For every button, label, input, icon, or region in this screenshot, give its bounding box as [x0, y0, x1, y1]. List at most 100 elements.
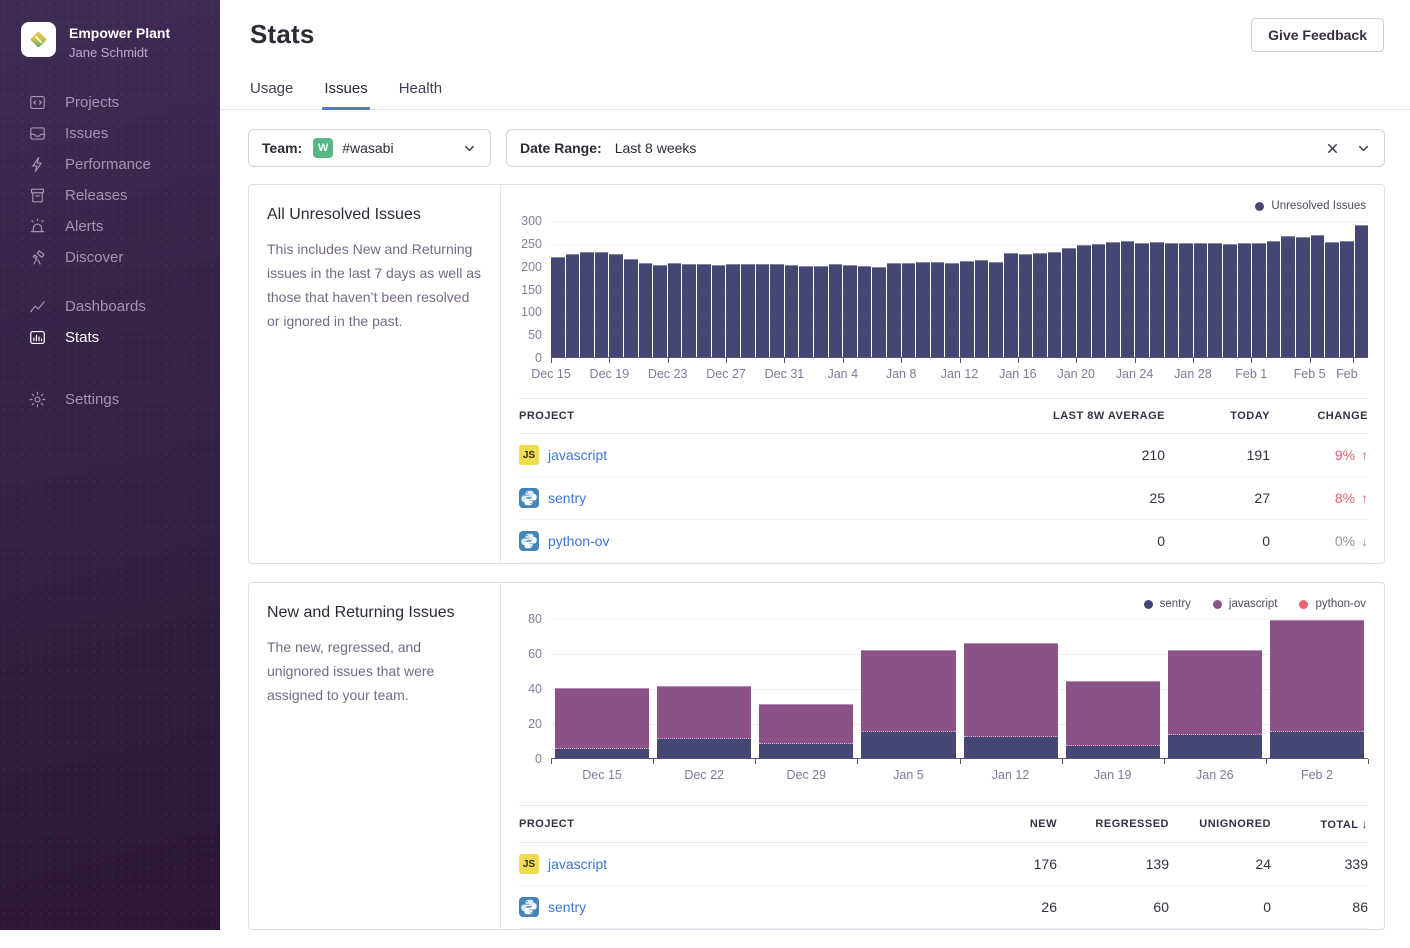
unresolved-bar[interactable] — [639, 263, 653, 357]
sidebar-item-settings[interactable]: Settings — [0, 384, 220, 415]
unresolved-bar[interactable] — [566, 254, 580, 357]
unresolved-bar[interactable] — [1179, 243, 1193, 357]
project-link[interactable]: python-ov — [548, 533, 609, 549]
unresolved-bar[interactable] — [1019, 254, 1033, 357]
x-tick-label: Jan 12 — [992, 768, 1030, 782]
unresolved-bar[interactable] — [697, 264, 711, 357]
unresolved-bar[interactable] — [989, 262, 1003, 357]
unresolved-bar[interactable] — [1150, 242, 1164, 357]
unresolved-bar[interactable] — [1325, 242, 1339, 357]
stacked-bar[interactable] — [1270, 620, 1364, 758]
stacked-bar[interactable] — [555, 688, 649, 758]
sidebar-item-projects[interactable]: Projects — [0, 87, 220, 118]
project-link[interactable]: sentry — [548, 899, 586, 915]
stacked-bar[interactable] — [1066, 681, 1160, 758]
unresolved-bar[interactable] — [1355, 225, 1369, 357]
unresolved-bar[interactable] — [931, 262, 945, 357]
stacked-bar[interactable] — [861, 650, 955, 759]
unresolved-bar[interactable] — [902, 263, 916, 357]
unresolved-bar[interactable] — [1106, 242, 1120, 357]
unresolved-bar[interactable] — [1208, 243, 1222, 357]
project-link[interactable]: javascript — [548, 447, 607, 463]
give-feedback-button[interactable]: Give Feedback — [1251, 18, 1384, 52]
sidebar-item-discover[interactable]: Discover — [0, 242, 220, 273]
unresolved-bar[interactable] — [1281, 236, 1295, 357]
sidebar-item-issues[interactable]: Issues — [0, 118, 220, 149]
unresolved-bar[interactable] — [960, 261, 974, 357]
unresolved-bar[interactable] — [945, 263, 959, 357]
unresolved-bar[interactable] — [814, 266, 828, 357]
unresolved-bar[interactable] — [595, 252, 609, 357]
stacked-bar[interactable] — [657, 686, 751, 758]
org-switcher[interactable]: Empower Plant Jane Schmidt — [0, 0, 220, 79]
stacked-bar[interactable] — [759, 704, 853, 758]
performance-icon — [28, 155, 47, 174]
tab-usage[interactable]: Usage — [250, 80, 293, 109]
unresolved-bar[interactable] — [1252, 243, 1266, 357]
sidebar-item-alerts[interactable]: Alerts — [0, 211, 220, 242]
stacked-bar[interactable] — [1168, 650, 1262, 759]
stacked-bar[interactable] — [964, 643, 1058, 759]
unresolved-bar[interactable] — [609, 254, 623, 357]
unresolved-bar[interactable] — [1121, 241, 1135, 357]
unresolved-bar[interactable] — [1062, 248, 1076, 357]
unresolved-bar[interactable] — [829, 264, 843, 357]
legend-item-javascript[interactable]: javascript — [1213, 598, 1278, 610]
date-range-filter[interactable]: Date Range: Last 8 weeks — [506, 129, 1385, 167]
chevron-down-icon[interactable] — [462, 141, 477, 156]
unresolved-bar[interactable] — [1004, 253, 1018, 357]
unresolved-bar[interactable] — [1223, 244, 1237, 357]
panel-description: This includes New and Returning issues i… — [267, 237, 482, 333]
sidebar-item-releases[interactable]: Releases — [0, 180, 220, 211]
unresolved-bar[interactable] — [1092, 244, 1106, 357]
unresolved-bar[interactable] — [653, 265, 667, 357]
sidebar-item-label: Performance — [65, 156, 151, 173]
unresolved-bar[interactable] — [1194, 243, 1208, 357]
unresolved-bar[interactable] — [756, 264, 770, 357]
unresolved-bar[interactable] — [1267, 241, 1281, 357]
unresolved-bar[interactable] — [1077, 245, 1091, 357]
sidebar-item-performance[interactable]: Performance — [0, 149, 220, 180]
unresolved-bar[interactable] — [1165, 243, 1179, 357]
unresolved-bar[interactable] — [799, 266, 813, 357]
unresolved-bar[interactable] — [887, 263, 901, 357]
tab-issues[interactable]: Issues — [324, 80, 367, 109]
unresolved-bar[interactable] — [1238, 243, 1252, 357]
unresolved-bar[interactable] — [785, 265, 799, 357]
tab-health[interactable]: Health — [399, 80, 442, 109]
unresolved-bar[interactable] — [1311, 235, 1325, 357]
org-logo-icon — [21, 22, 56, 57]
unresolved-bar[interactable] — [872, 267, 886, 357]
unresolved-bar[interactable] — [770, 264, 784, 357]
unresolved-bar[interactable] — [682, 264, 696, 357]
unresolved-bar[interactable] — [975, 260, 989, 357]
unresolved-bar[interactable] — [843, 265, 857, 357]
unresolved-bar[interactable] — [712, 265, 726, 357]
legend-item-unresolved-issues[interactable]: Unresolved Issues — [1255, 200, 1366, 212]
column-header-regressed: REGRESSED — [1057, 818, 1169, 830]
project-cell: JSjavascript — [519, 445, 925, 465]
project-link[interactable]: sentry — [548, 490, 586, 506]
sidebar-item-dashboards[interactable]: Dashboards — [0, 291, 220, 322]
team-filter[interactable]: Team: W #wasabi — [248, 129, 491, 167]
project-link[interactable]: javascript — [548, 856, 607, 872]
unresolved-bar[interactable] — [1135, 243, 1149, 357]
unresolved-bar[interactable] — [551, 257, 565, 357]
unresolved-bar[interactable] — [1340, 241, 1354, 357]
legend-item-python-ov[interactable]: python-ov — [1299, 598, 1366, 610]
unresolved-bar[interactable] — [741, 264, 755, 357]
unresolved-bar[interactable] — [1033, 253, 1047, 357]
unresolved-bar[interactable] — [1296, 237, 1310, 357]
unresolved-bar[interactable] — [624, 259, 638, 357]
unresolved-bar[interactable] — [1048, 252, 1062, 357]
column-header-total[interactable]: TOTAL↓ — [1271, 817, 1368, 831]
unresolved-bar[interactable] — [916, 262, 930, 357]
clear-icon[interactable] — [1325, 141, 1340, 156]
chevron-down-icon[interactable] — [1356, 141, 1371, 156]
unresolved-bar[interactable] — [726, 264, 740, 357]
sidebar-item-stats[interactable]: Stats — [0, 322, 220, 353]
legend-item-sentry[interactable]: sentry — [1144, 598, 1191, 610]
unresolved-bar[interactable] — [858, 266, 872, 357]
unresolved-bar[interactable] — [580, 252, 594, 357]
unresolved-bar[interactable] — [668, 263, 682, 357]
